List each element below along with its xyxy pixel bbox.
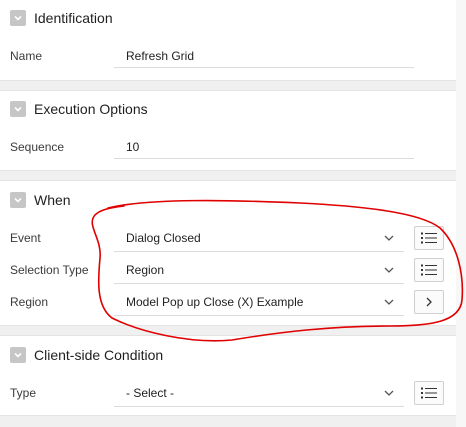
event-underline [114,251,404,252]
selection-type-label: Selection Type [10,263,89,277]
section-title-identification: Identification [34,10,113,26]
type-label: Type [10,386,37,400]
chevron-right-icon [426,297,432,307]
list-icon [421,232,437,244]
selection-type-list-button[interactable] [414,258,444,282]
section-separator [0,170,456,181]
section-header-client-side-condition[interactable]: Client-side Condition [0,337,456,373]
field-row-event: Event Dialog Closed [0,222,456,254]
region-go-to-button[interactable] [414,290,444,314]
field-row-sequence: Sequence 10 [0,131,456,163]
sequence-label: Sequence [10,140,65,154]
property-panel: Identification Name Refresh Grid Executi… [0,0,456,427]
type-select[interactable]: - Select - [126,377,174,409]
selection-type-select[interactable]: Region [126,254,164,286]
chevron-down-icon[interactable] [10,10,26,26]
event-label: Event [10,231,41,245]
type-list-button[interactable] [414,381,444,405]
region-select[interactable]: Model Pop up Close (X) Example [126,286,303,318]
name-underline [114,67,414,68]
section-separator [0,415,456,427]
chevron-down-icon[interactable] [383,264,395,276]
chevron-down-icon[interactable] [383,296,395,308]
list-icon [421,387,437,399]
list-icon [421,264,437,276]
field-row-selection-type: Selection Type Region [0,254,456,286]
section-title-when: When [34,192,71,208]
chevron-down-icon[interactable] [10,347,26,363]
chevron-down-icon[interactable] [10,192,26,208]
selection-type-underline [114,283,404,284]
section-title-execution-options: Execution Options [34,101,148,117]
field-row-name: Name Refresh Grid [0,40,456,72]
field-row-type: Type - Select - [0,377,456,409]
event-list-button[interactable] [414,226,444,250]
region-underline [114,315,404,316]
section-header-identification[interactable]: Identification [0,0,456,36]
section-title-client-side-condition: Client-side Condition [34,347,164,363]
type-underline [114,406,404,407]
region-label: Region [10,295,49,309]
chevron-down-icon[interactable] [10,101,26,117]
scrollbar-track[interactable] [456,0,466,427]
event-select[interactable]: Dialog Closed [126,222,201,254]
field-row-region: Region Model Pop up Close (X) Example [0,286,456,318]
name-label: Name [10,49,43,63]
chevron-down-icon[interactable] [383,387,395,399]
section-header-execution-options[interactable]: Execution Options [0,91,456,127]
chevron-down-icon[interactable] [383,232,395,244]
sequence-underline [114,158,414,159]
section-separator [0,325,456,336]
section-separator [0,80,456,91]
section-header-when[interactable]: When [0,182,456,218]
